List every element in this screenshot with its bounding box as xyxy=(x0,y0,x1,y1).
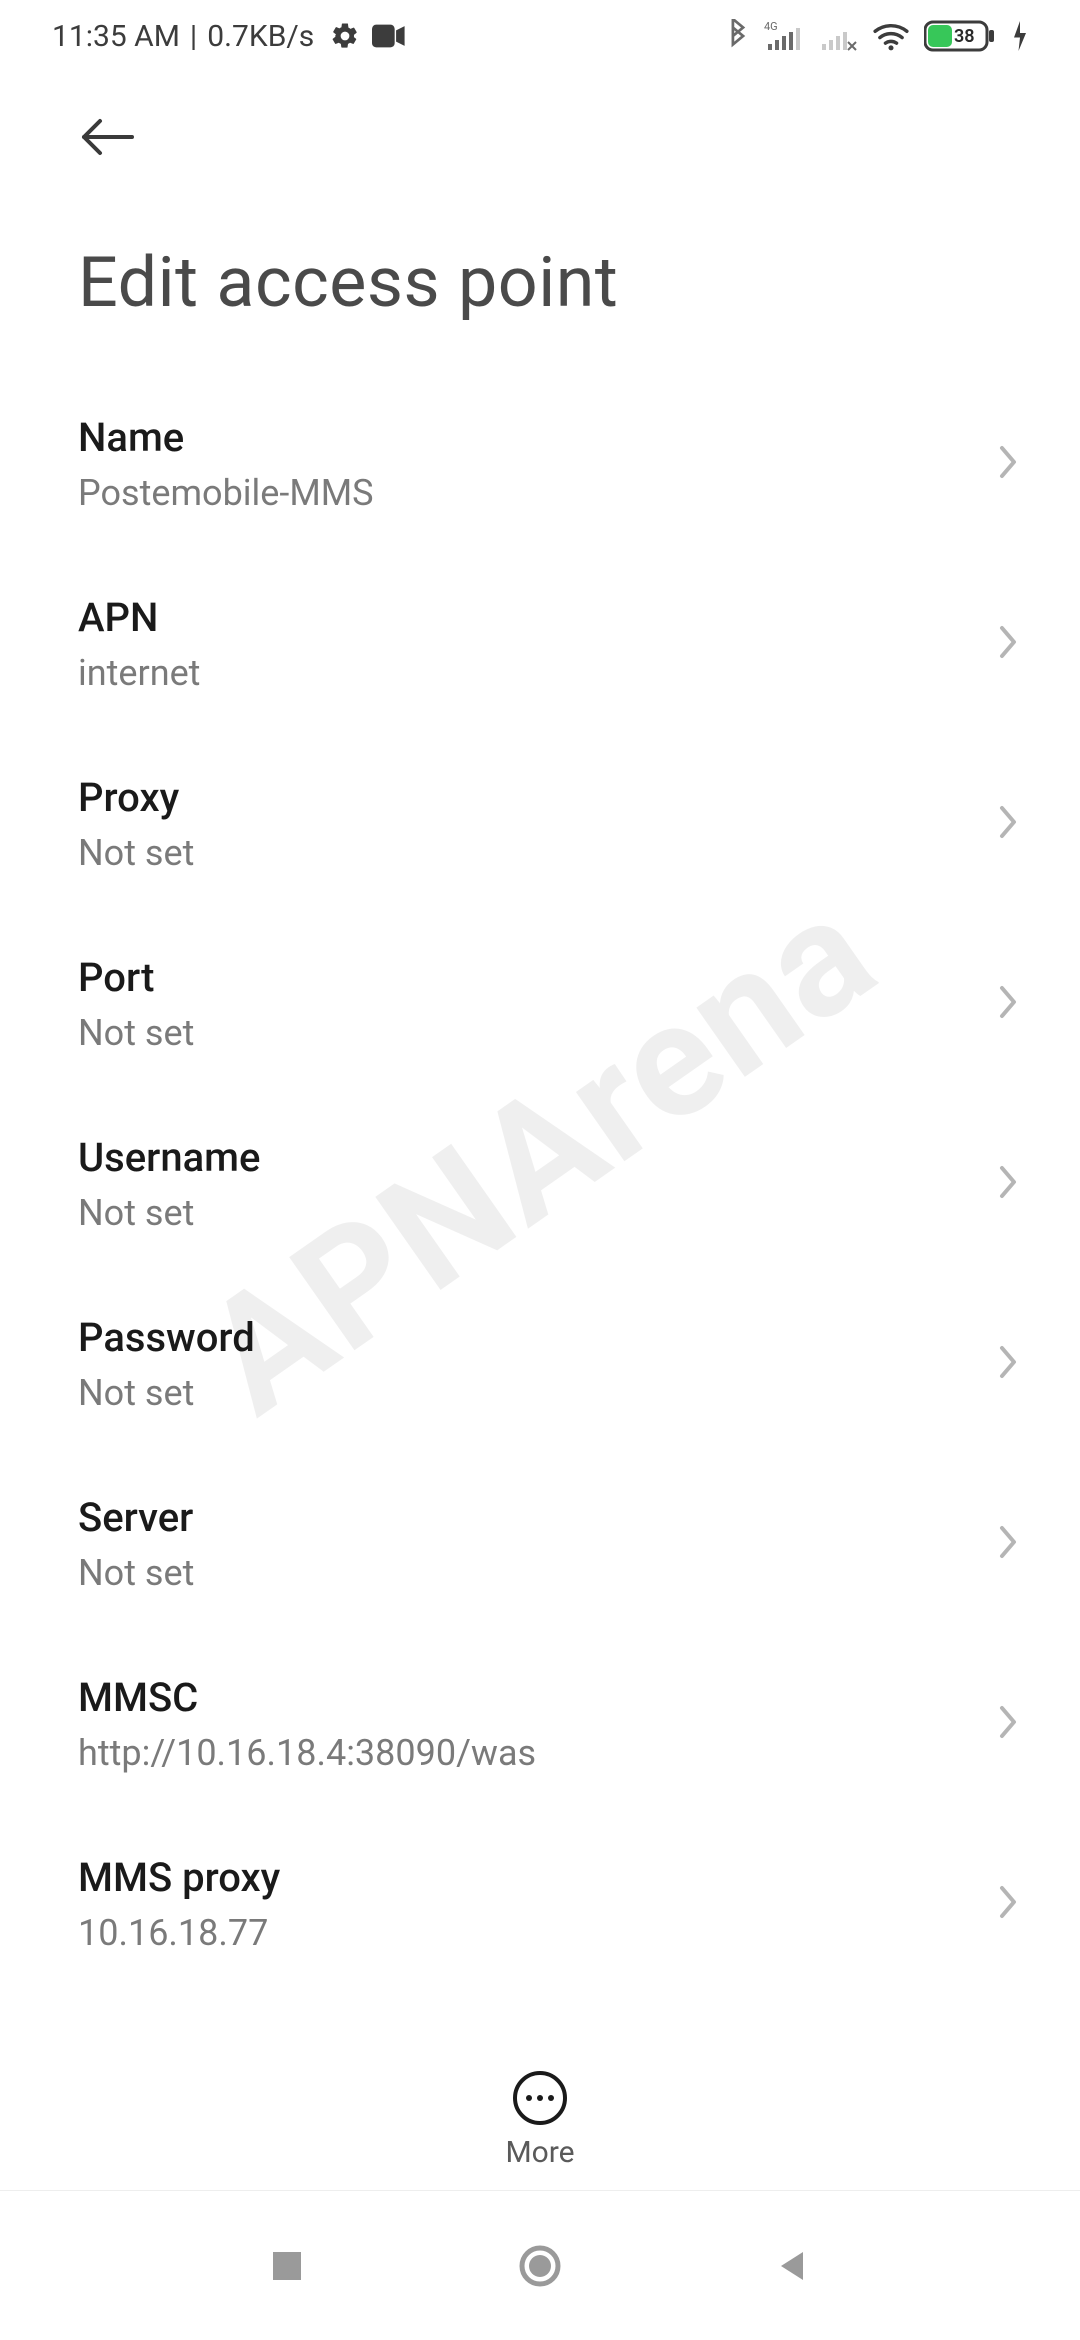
chevron-right-icon xyxy=(996,1162,1020,1206)
more-label: More xyxy=(505,2135,574,2170)
row-label: Server xyxy=(78,1491,976,1545)
settings-list: Name Postemobile-MMS APN internet Proxy … xyxy=(0,374,1080,1994)
chevron-right-icon xyxy=(996,1522,1020,1566)
chevron-right-icon xyxy=(996,442,1020,486)
chevron-right-icon xyxy=(996,1342,1020,1386)
system-navbar xyxy=(0,2190,1080,2340)
wifi-icon xyxy=(872,21,910,51)
row-label: Name xyxy=(78,411,976,465)
status-sep: | xyxy=(190,19,197,54)
row-value: Not set xyxy=(78,1369,976,1418)
row-value: Postemobile-MMS xyxy=(78,469,976,518)
row-server[interactable]: Server Not set xyxy=(0,1454,1080,1634)
charging-icon xyxy=(1012,21,1028,51)
row-value: 10.16.18.77 xyxy=(78,1909,976,1958)
nav-recents[interactable] xyxy=(257,2236,317,2296)
row-value: internet xyxy=(78,649,976,698)
nav-home[interactable] xyxy=(510,2236,570,2296)
action-bar: More xyxy=(0,2071,1080,2170)
row-apn[interactable]: APN internet xyxy=(0,554,1080,734)
signal-nosim-icon xyxy=(818,20,858,52)
row-password[interactable]: Password Not set xyxy=(0,1274,1080,1454)
row-value: Not set xyxy=(78,1189,976,1238)
chevron-right-icon xyxy=(996,1882,1020,1926)
row-value: Not set xyxy=(78,829,976,878)
chevron-right-icon xyxy=(996,1702,1020,1746)
signal-4g-icon: 4G xyxy=(764,20,804,52)
page-title: Edit access point xyxy=(0,182,1080,374)
row-label: Proxy xyxy=(78,771,976,825)
status-time: 11:35 AM xyxy=(52,19,180,54)
app-header xyxy=(0,72,1080,182)
row-proxy[interactable]: Proxy Not set xyxy=(0,734,1080,914)
battery-pct-text: 38 xyxy=(954,26,975,47)
row-label: MMSC xyxy=(78,1671,976,1725)
row-value: http://10.16.18.4:38090/was xyxy=(78,1729,976,1778)
chevron-right-icon xyxy=(996,802,1020,846)
row-label: APN xyxy=(78,591,976,645)
row-label: Username xyxy=(78,1131,976,1185)
row-mms-proxy[interactable]: MMS proxy 10.16.18.77 xyxy=(0,1814,1080,1994)
row-port[interactable]: Port Not set xyxy=(0,914,1080,1094)
back-button[interactable] xyxy=(78,102,148,172)
nav-back[interactable] xyxy=(763,2236,823,2296)
bluetooth-icon xyxy=(726,19,750,53)
row-label: Password xyxy=(78,1311,976,1365)
more-button[interactable]: More xyxy=(505,2071,574,2170)
more-icon xyxy=(513,2071,567,2125)
battery-icon: 38 xyxy=(924,19,998,53)
video-icon xyxy=(372,24,406,48)
row-value: Not set xyxy=(78,1009,976,1058)
row-label: MMS proxy xyxy=(78,1851,976,1905)
svg-text:4G: 4G xyxy=(764,20,778,33)
row-name[interactable]: Name Postemobile-MMS xyxy=(0,374,1080,554)
row-label: Port xyxy=(78,951,976,1005)
row-username[interactable]: Username Not set xyxy=(0,1094,1080,1274)
row-mmsc[interactable]: MMSC http://10.16.18.4:38090/was xyxy=(0,1634,1080,1814)
gear-icon xyxy=(330,21,360,51)
status-netspeed: 0.7KB/s xyxy=(207,19,314,54)
status-bar: 11:35 AM | 0.7KB/s 4G xyxy=(0,0,1080,72)
chevron-right-icon xyxy=(996,982,1020,1026)
arrow-left-icon xyxy=(78,117,136,157)
chevron-right-icon xyxy=(996,622,1020,666)
row-value: Not set xyxy=(78,1549,976,1598)
